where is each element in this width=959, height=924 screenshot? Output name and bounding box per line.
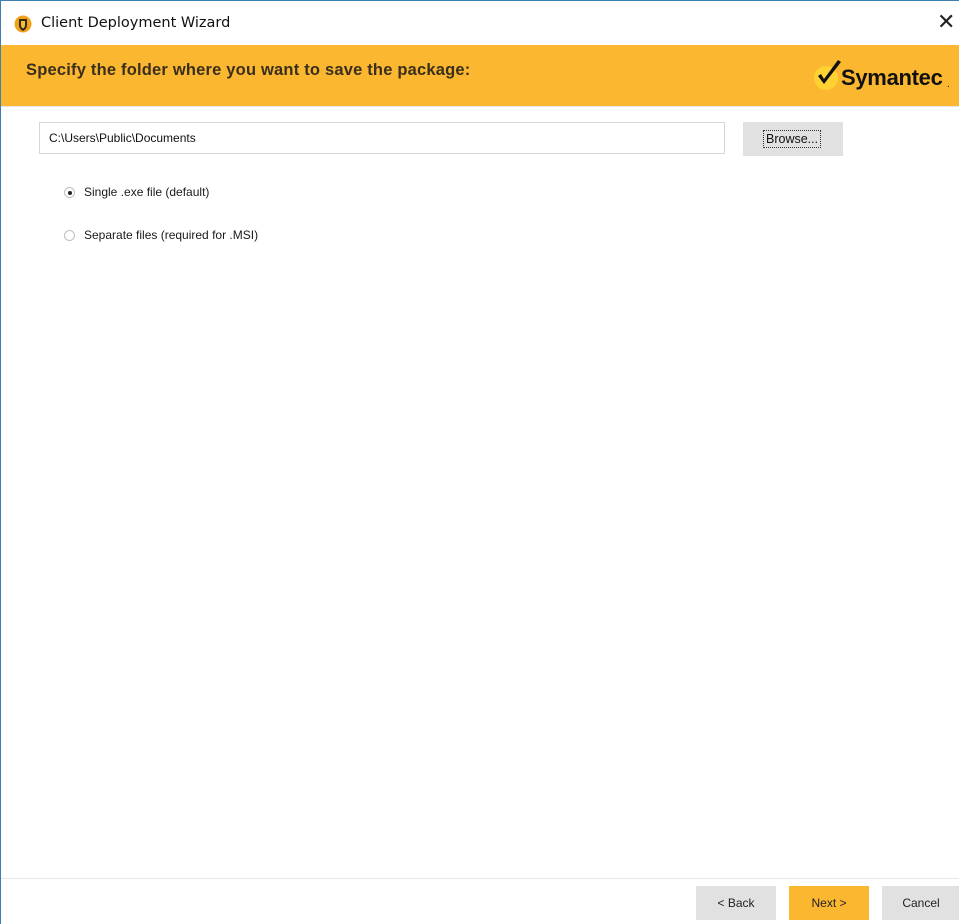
radio-separate-files[interactable]: Separate files (required for .MSI) <box>64 226 258 244</box>
radio-button-selected[interactable] <box>64 186 75 198</box>
close-button[interactable]: ✕ <box>937 9 959 37</box>
brand-name: Symantec <box>841 65 943 90</box>
folder-path-input[interactable] <box>39 122 725 154</box>
symantec-logo: Symantec . <box>811 59 956 95</box>
radio-label-separate-files: Separate files (required for .MSI) <box>84 228 259 242</box>
cancel-button[interactable]: Cancel <box>882 886 959 920</box>
browse-button-label: Browse... <box>763 130 822 148</box>
title-bar: Client Deployment Wizard ✕ <box>1 1 959 45</box>
shield-icon <box>14 14 32 34</box>
page-title: Specify the folder where you want to sav… <box>26 61 471 79</box>
brand-dot: . <box>947 79 950 90</box>
footer-divider <box>1 878 959 879</box>
close-icon: ✕ <box>937 10 956 35</box>
checkmark-logo-icon <box>811 59 845 93</box>
back-button[interactable]: < Back <box>696 886 776 920</box>
radio-label-single-exe: Single .exe file (default) <box>84 185 210 199</box>
wizard-window: Client Deployment Wizard ✕ Specify the f… <box>0 0 959 924</box>
radio-button-unselected[interactable] <box>64 229 75 241</box>
browse-button[interactable]: Browse... <box>743 122 843 156</box>
wizard-header: Specify the folder where you want to sav… <box>1 45 959 107</box>
next-button[interactable]: Next > <box>789 886 869 920</box>
window-title: Client Deployment Wizard <box>41 15 231 31</box>
radio-single-exe[interactable]: Single .exe file (default) <box>64 183 209 201</box>
